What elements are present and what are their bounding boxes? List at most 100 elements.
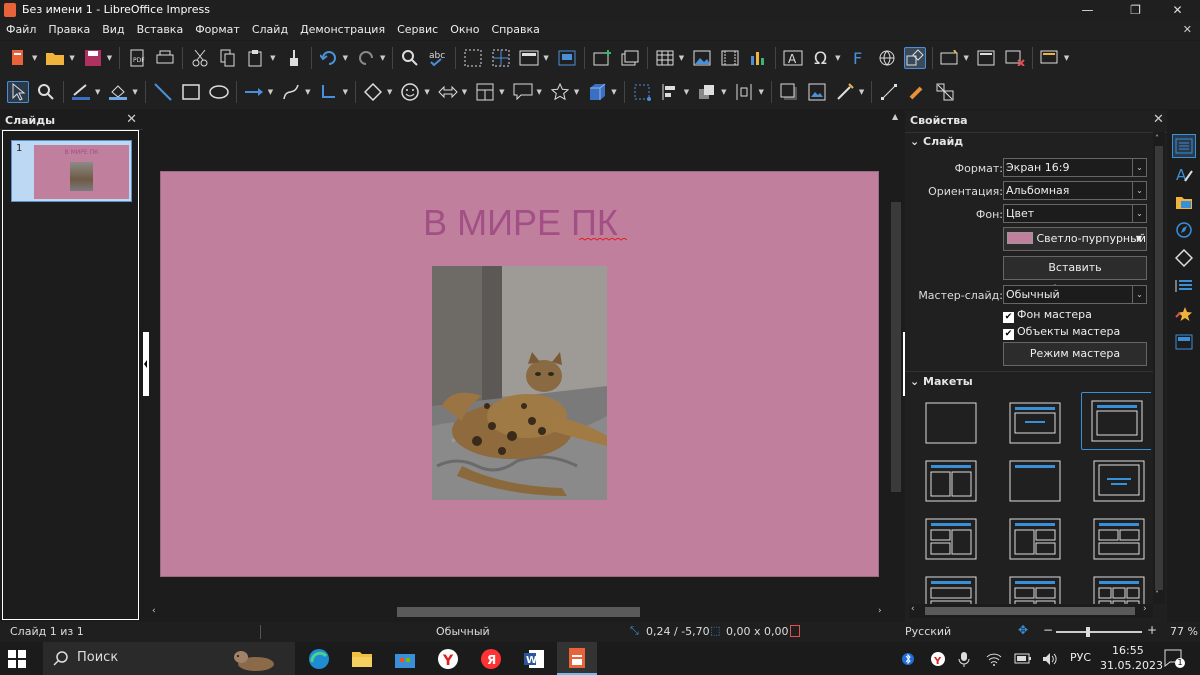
microphone-icon[interactable] <box>958 651 970 670</box>
vertical-scrollbar[interactable]: ▲ <box>889 110 903 604</box>
rectangle-icon[interactable] <box>180 81 202 103</box>
master-slide-select[interactable]: Обычный ⌄ <box>1003 285 1147 304</box>
basic-shapes-icon[interactable] <box>362 81 384 103</box>
flowchart-icon[interactable] <box>474 81 496 103</box>
crop-icon[interactable] <box>806 81 828 103</box>
image-icon[interactable] <box>691 47 713 69</box>
scroll-up-icon[interactable]: ˄ <box>1155 134 1159 143</box>
master-slide-icon[interactable] <box>556 47 578 69</box>
cat-photo[interactable] <box>432 266 607 500</box>
clock-date[interactable]: 31.05.2023 <box>1100 659 1163 672</box>
points-icon[interactable] <box>878 81 900 103</box>
zoom-slider-thumb[interactable] <box>1086 627 1090 637</box>
special-character-icon[interactable]: Ω <box>810 47 832 69</box>
cut-icon[interactable] <box>189 47 211 69</box>
layout-title-content[interactable] <box>1081 392 1151 450</box>
undo-icon[interactable] <box>318 47 340 69</box>
fit-slide-icon[interactable]: ✥ <box>1018 623 1028 637</box>
line-color-icon[interactable] <box>70 81 92 103</box>
layouts-section-header[interactable]: ⌄ Макеты <box>910 375 973 388</box>
horizontal-scrollbar[interactable]: ‹ › <box>150 604 890 620</box>
zoom-level[interactable]: 77 % <box>1170 625 1198 638</box>
file-explorer-app-icon[interactable] <box>342 642 382 675</box>
close-button[interactable]: ✕ <box>1155 0 1200 20</box>
fill-color-icon[interactable] <box>107 81 129 103</box>
master-slides-deck-icon[interactable] <box>1172 330 1196 354</box>
animation-deck-icon[interactable] <box>1172 302 1196 326</box>
rotate-icon[interactable] <box>631 81 653 103</box>
menu-insert[interactable]: Вставка <box>131 20 190 40</box>
slide-canvas[interactable]: В МИРЕ ПК <box>160 171 879 577</box>
save-icon[interactable] <box>82 47 104 69</box>
close-document-button[interactable]: ✕ <box>1183 20 1192 40</box>
vertical-scroll-thumb[interactable] <box>891 202 901 492</box>
menu-tools[interactable]: Сервис <box>391 20 444 40</box>
menu-slide[interactable]: Слайд <box>246 20 294 40</box>
slide-thumbnail[interactable]: 1 В МИРЕ ПК <box>11 140 132 202</box>
menu-format[interactable]: Формат <box>189 20 246 40</box>
curves-icon[interactable] <box>280 81 302 103</box>
notifications-icon[interactable]: 1 <box>1164 649 1185 668</box>
orientation-select[interactable]: Альбомная ⌄ <box>1003 181 1147 200</box>
layout-blank[interactable] <box>923 398 979 450</box>
keyboard-language[interactable]: РУС <box>1070 651 1091 664</box>
toggle-extrusion-icon[interactable] <box>934 81 956 103</box>
export-pdf-icon[interactable]: PDF <box>126 47 148 69</box>
connectors-icon[interactable] <box>318 81 340 103</box>
scroll-right-icon[interactable]: › <box>1143 604 1147 614</box>
yandex-tray-icon[interactable]: Y <box>930 651 946 670</box>
open-icon[interactable] <box>44 47 66 69</box>
lines-arrows-icon[interactable] <box>243 81 265 103</box>
media-icon[interactable] <box>719 47 741 69</box>
duplicate-slide-icon[interactable] <box>619 47 641 69</box>
select-icon[interactable] <box>7 81 29 103</box>
minimize-button[interactable]: — <box>1065 0 1110 20</box>
layout-title-2content-content[interactable] <box>923 514 979 566</box>
properties-hscroll-thumb[interactable] <box>925 607 1135 615</box>
background-color-dropdown[interactable]: Светло-пурпурный 3 ▼ <box>1003 227 1147 267</box>
navigator-deck-icon[interactable] <box>1172 218 1196 242</box>
zoom-in-button[interactable]: + <box>1147 623 1157 637</box>
impress-app-icon[interactable] <box>557 642 597 675</box>
scroll-right-icon[interactable]: › <box>878 606 882 616</box>
table-icon[interactable] <box>654 47 676 69</box>
properties-vertical-scrollbar[interactable]: ˄ ˅ <box>1153 132 1165 604</box>
layout-title-4content[interactable] <box>1007 572 1063 604</box>
maximize-button[interactable]: ❐ <box>1113 0 1158 20</box>
clone-formatting-icon[interactable] <box>283 47 305 69</box>
block-arrows-icon[interactable] <box>437 81 459 103</box>
filter-icon[interactable] <box>834 81 856 103</box>
language-status[interactable]: Русский <box>905 625 951 638</box>
bluetooth-icon[interactable] <box>902 651 914 670</box>
slide-section-header[interactable]: ⌄ Слайд <box>910 135 963 148</box>
menu-file[interactable]: Файл <box>0 20 42 40</box>
start-windows-icon[interactable] <box>8 650 28 668</box>
layout-title-only[interactable] <box>1007 456 1063 508</box>
edge-app-icon[interactable] <box>299 642 339 675</box>
slide-transition-deck-icon[interactable] <box>1172 274 1196 298</box>
slide-title[interactable]: В МИРЕ ПК <box>161 202 880 244</box>
scroll-left-icon[interactable]: ‹ <box>152 606 156 616</box>
properties-scroll-thumb[interactable] <box>1155 146 1163 590</box>
slides-pane-close-button[interactable]: ✕ <box>126 112 137 127</box>
clock-time[interactable]: 16:55 <box>1112 644 1144 657</box>
fontwork-icon[interactable]: F <box>848 47 870 69</box>
layout-title-slide[interactable] <box>1007 398 1063 450</box>
find-replace-icon[interactable] <box>399 47 421 69</box>
glue-points-icon[interactable] <box>906 81 928 103</box>
master-background-checkbox[interactable]: ✔ Фон мастера <box>1003 308 1092 323</box>
spelling-icon[interactable]: abc <box>427 47 449 69</box>
battery-icon[interactable] <box>1014 653 1032 668</box>
taskbar-search[interactable]: Поиск <box>43 642 295 675</box>
slide-layout-icon[interactable] <box>1039 47 1061 69</box>
styles-deck-icon[interactable]: A <box>1172 162 1196 186</box>
properties-close-button[interactable]: ✕ <box>1153 112 1164 127</box>
layout-title-2content-over-content[interactable] <box>1091 514 1147 566</box>
3d-objects-icon[interactable] <box>586 81 608 103</box>
menu-view[interactable]: Вид <box>96 20 130 40</box>
master-view-button[interactable]: Режим мастера <box>1003 342 1147 366</box>
scroll-up-icon[interactable]: ▲ <box>892 112 898 121</box>
layout-title-content-over-content[interactable] <box>923 572 979 604</box>
scroll-left-icon[interactable]: ‹ <box>911 604 915 614</box>
layout-title-content-2content[interactable] <box>1007 514 1063 566</box>
